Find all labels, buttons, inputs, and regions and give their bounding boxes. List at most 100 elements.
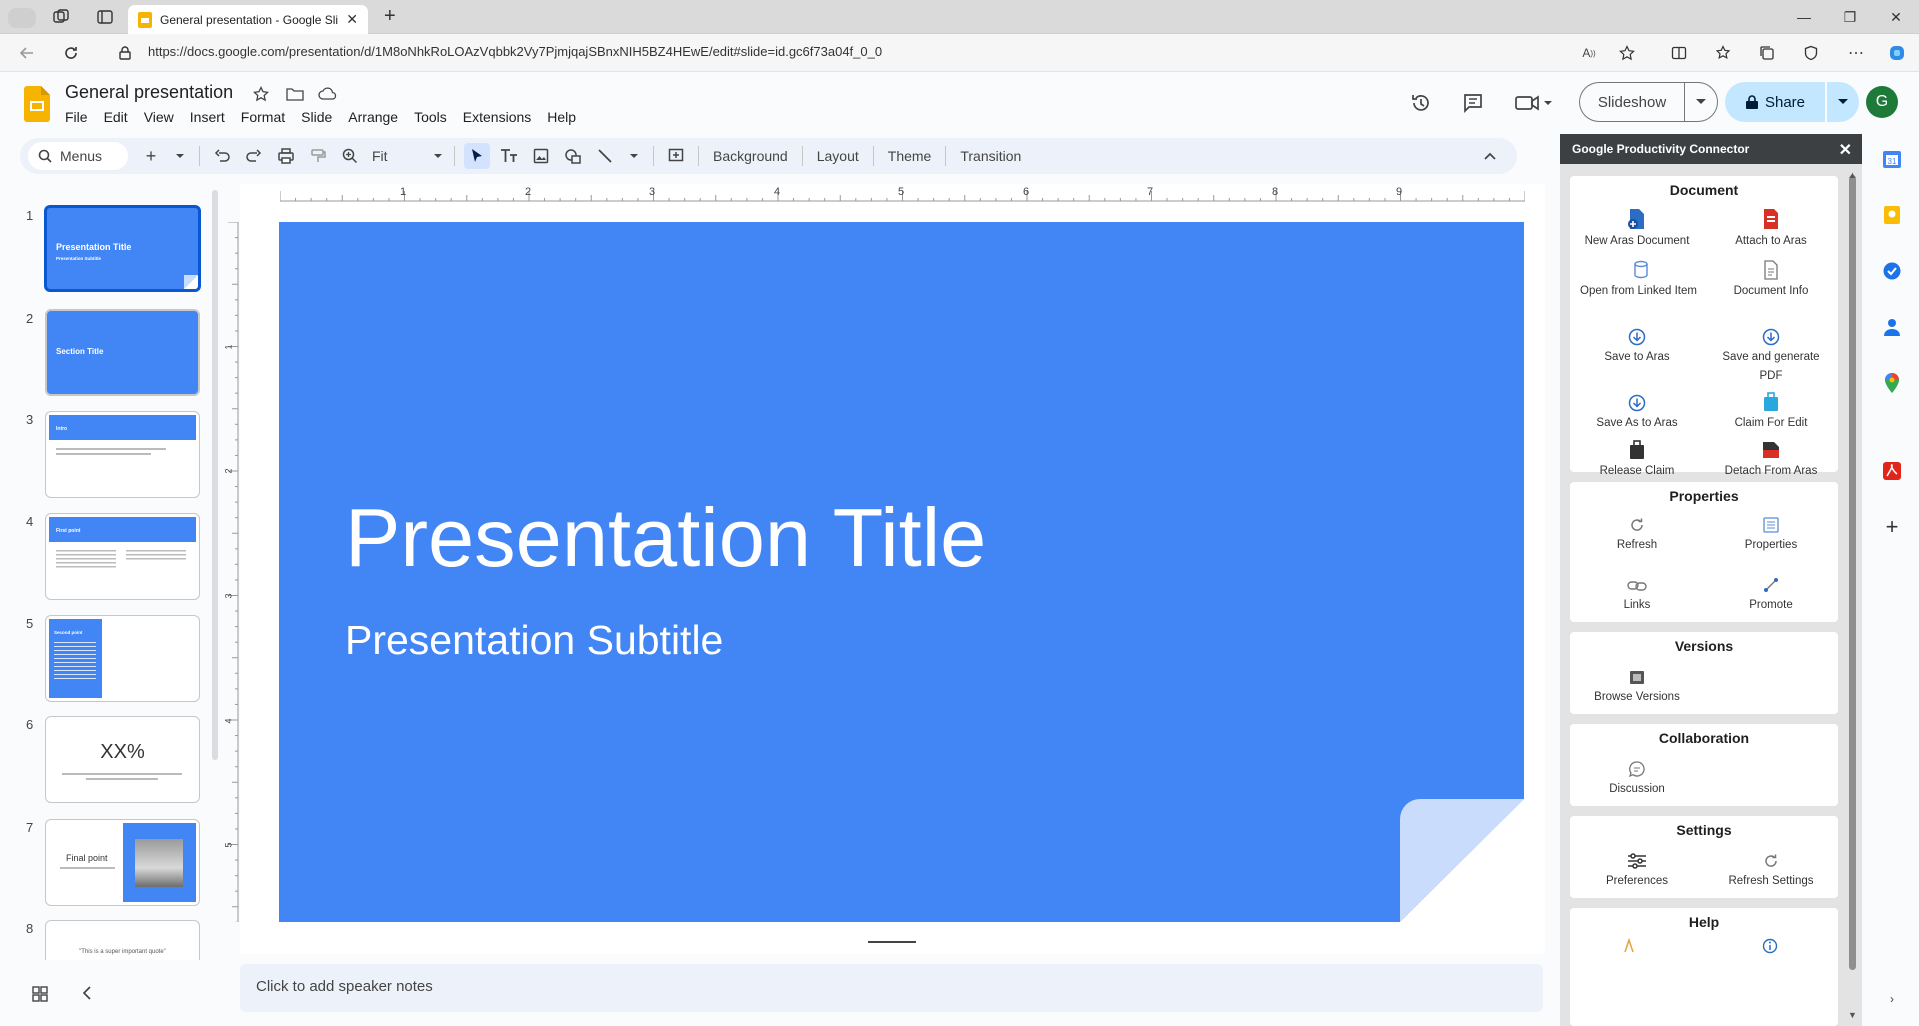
comments-icon[interactable] [1460,90,1486,116]
close-tab-icon[interactable]: ✕ [346,11,358,28]
transition-button[interactable]: Transition [952,148,1029,164]
slide-title[interactable]: Presentation Title [345,490,986,586]
help-guide-icon[interactable] [1622,937,1642,959]
grid-view-icon[interactable] [32,986,48,1002]
menu-format[interactable]: Format [241,109,293,125]
menu-arrange[interactable]: Arrange [348,109,406,125]
star-icon[interactable] [253,86,269,102]
slide-thumbnail-5[interactable]: Second point [45,615,200,702]
slideshow-button[interactable]: Slideshow [1579,82,1684,122]
minimize-icon[interactable]: — [1782,0,1826,34]
browse-versions-action[interactable]: Browse Versions [1572,662,1702,707]
background-button[interactable]: Background [705,148,796,164]
paint-format-icon[interactable] [305,143,331,169]
redo-icon[interactable] [241,143,267,169]
share-dropdown-icon[interactable] [1827,82,1859,122]
document-info-action[interactable]: Document Info [1706,256,1836,301]
favorites-icon[interactable] [1713,43,1735,63]
collapse-filmstrip-icon[interactable] [82,986,92,1000]
save-to-aras-action[interactable]: Save to Aras [1572,322,1702,367]
insert-image-icon[interactable] [528,143,554,169]
slide-thumbnail-1[interactable]: Presentation Title Presentation Subtitle [44,205,201,292]
menu-view[interactable]: View [144,109,182,125]
browser-essentials-icon[interactable] [1800,43,1822,63]
close-icon[interactable]: ✕ [1839,140,1852,160]
scroll-up-icon[interactable]: ▲ [1848,170,1857,180]
read-aloud-icon[interactable]: A)) [1578,43,1600,63]
refresh-action[interactable]: Refresh [1572,510,1702,555]
text-box-icon[interactable] [496,143,522,169]
close-window-icon[interactable]: ✕ [1874,0,1918,34]
menu-extensions[interactable]: Extensions [463,109,539,125]
slide-thumbnail-4[interactable]: First point [45,513,200,600]
keep-icon[interactable] [1881,204,1903,226]
hide-side-panel-icon[interactable]: › [1881,988,1903,1010]
vertical-ruler[interactable] [227,222,239,922]
share-button[interactable]: Share [1725,82,1825,122]
contacts-icon[interactable] [1881,316,1903,338]
attach-to-aras-action[interactable]: Attach to Aras [1706,206,1836,251]
document-title[interactable]: General presentation [65,82,233,103]
menu-tools[interactable]: Tools [414,109,455,125]
slide-thumbnail-3[interactable]: Intro [45,411,200,498]
insert-comment-icon[interactable] [663,143,689,169]
panel-scrollbar[interactable] [1849,175,1856,970]
properties-action[interactable]: Properties [1706,510,1836,555]
new-tab-icon[interactable]: + [384,5,396,28]
refresh-settings-action[interactable]: Refresh Settings [1706,846,1836,891]
menu-file[interactable]: File [65,109,96,125]
save-as-to-aras-action[interactable]: Save As to Aras [1572,388,1702,433]
slide-thumbnail-2[interactable]: Section Title [45,309,200,396]
slide-thumbnail-6[interactable]: XX% [45,716,200,803]
url-field[interactable]: https://docs.google.com/presentation/d/1… [148,44,882,59]
slide-thumbnail-7[interactable]: Final point [45,819,200,906]
collapse-toolbar-icon[interactable] [1477,143,1503,169]
open-from-linked-item-action[interactable]: Open from Linked Item [1572,256,1702,301]
meet-call-icon[interactable] [1512,90,1554,116]
more-options-icon[interactable]: ⋯ [1845,43,1867,63]
zoom-icon[interactable] [337,143,363,169]
filmstrip-scrollbar[interactable] [212,190,218,760]
workspaces-icon[interactable] [52,8,70,26]
slides-logo-icon[interactable] [24,86,50,122]
promote-action[interactable]: Promote [1706,570,1836,615]
calendar-icon[interactable]: 31 [1881,148,1903,170]
tab-actions-icon[interactable] [96,8,114,26]
profile-icon[interactable] [8,8,36,28]
theme-button[interactable]: Theme [880,148,940,164]
line-icon[interactable] [592,143,618,169]
search-menus[interactable]: Menus [28,142,128,170]
print-icon[interactable] [273,143,299,169]
new-slide-dropdown-icon[interactable] [167,143,193,169]
slideshow-dropdown-icon[interactable] [1684,82,1718,122]
refresh-icon[interactable] [60,43,82,63]
preferences-action[interactable]: Preferences [1572,846,1702,891]
shape-icon[interactable] [560,143,586,169]
favorite-star-icon[interactable] [1616,43,1638,63]
site-info-icon[interactable] [114,43,136,63]
release-claim-action[interactable]: Release Claim [1572,436,1702,481]
adobe-acrobat-icon[interactable] [1881,460,1903,482]
menu-insert[interactable]: Insert [190,109,233,125]
avatar[interactable]: G [1866,86,1898,118]
menu-help[interactable]: Help [547,109,584,125]
layout-button[interactable]: Layout [809,148,867,164]
notes-resize-handle[interactable] [868,941,916,943]
maps-icon[interactable] [1881,372,1903,394]
restore-icon[interactable]: ❐ [1828,0,1872,34]
slide-canvas[interactable]: Presentation Title Presentation Subtitle [279,222,1524,922]
add-addon-icon[interactable]: + [1881,514,1903,539]
slide-subtitle[interactable]: Presentation Subtitle [345,617,723,664]
zoom-select[interactable]: Fit [372,148,442,164]
detach-from-aras-action[interactable]: Detach From Aras [1706,436,1836,481]
info-icon[interactable] [1762,938,1778,959]
scroll-down-icon[interactable]: ▼ [1848,1010,1857,1020]
speaker-notes[interactable]: Click to add speaker notes [240,964,1543,1012]
menu-slide[interactable]: Slide [301,109,340,125]
version-history-icon[interactable] [1408,90,1434,116]
page-curl-shape[interactable] [1400,799,1524,922]
save-and-generate-pdf-action[interactable]: Save and generate PDF [1706,322,1836,386]
back-icon[interactable] [16,43,38,63]
select-cursor-icon[interactable] [464,143,490,169]
new-slide-icon[interactable]: + [138,143,164,169]
